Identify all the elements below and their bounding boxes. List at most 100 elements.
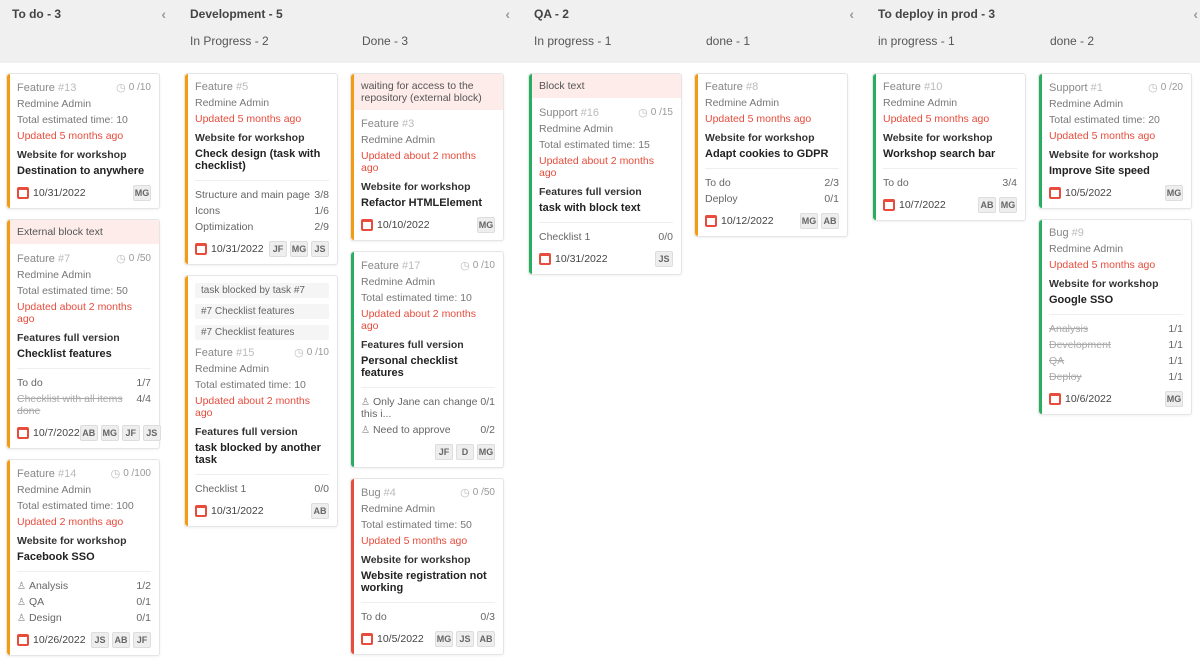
project-name: Website for workshop <box>17 149 151 161</box>
avatar[interactable]: MG <box>1165 391 1183 407</box>
sublane-title: done - 1 <box>706 34 750 48</box>
avatar[interactable]: MG <box>477 217 495 233</box>
checklist-row: Need to approve0/2 <box>361 424 495 436</box>
issue-card[interactable]: Feature #5Redmine AdminUpdated 5 months … <box>184 73 338 265</box>
avatar[interactable]: JS <box>91 632 109 648</box>
calendar-icon <box>361 633 373 645</box>
updated-ago: Updated about 2 months ago <box>17 301 151 325</box>
author: Redmine Admin <box>17 98 151 110</box>
avatar[interactable]: MG <box>999 197 1017 213</box>
author: Redmine Admin <box>361 503 495 515</box>
avatar[interactable]: AB <box>311 503 329 519</box>
sublane-header[interactable]: done - 2 <box>1038 28 1200 54</box>
lane-header[interactable]: To do - 3‹ <box>0 0 178 28</box>
block-banner: waiting for access to the repository (ex… <box>351 74 503 110</box>
avatar[interactable]: AB <box>821 213 839 229</box>
avatar[interactable]: JF <box>122 425 140 441</box>
sublane-header[interactable]: Done - 3 <box>350 28 522 54</box>
avatar[interactable]: MG <box>1165 185 1183 201</box>
swimlane: Development - 5‹In Progress - 2Done - 3 F… <box>178 0 522 665</box>
checklist-row: Design0/1 <box>17 612 151 624</box>
assignees: JFDMG <box>435 444 495 460</box>
issue-card[interactable]: Feature #130 /10Redmine AdminTotal estim… <box>6 73 160 209</box>
block-chip: #7 Checklist features <box>195 325 329 340</box>
checklist-row: Checklist with all items done4/4 <box>17 393 151 417</box>
lane-header[interactable]: QA - 2‹ <box>522 0 866 28</box>
block-chip: task blocked by task #7 <box>195 283 329 298</box>
avatar[interactable]: AB <box>978 197 996 213</box>
issue-card[interactable]: waiting for access to the repository (ex… <box>350 73 504 241</box>
due-date: 10/31/2022 <box>17 187 86 199</box>
lane-title: To deploy in prod - 3 <box>878 7 995 21</box>
estimated-time: Total estimated time: 50 <box>361 519 495 531</box>
project-name: Website for workshop <box>1049 149 1183 161</box>
avatar[interactable]: D <box>456 444 474 460</box>
project-name: Features full version <box>539 186 673 198</box>
chevron-left-icon[interactable]: ‹ <box>849 6 854 22</box>
estimated-time: Total estimated time: 15 <box>539 139 673 151</box>
issue-card[interactable]: Feature #8Redmine AdminUpdated 5 months … <box>694 73 848 237</box>
avatar[interactable]: MG <box>477 444 495 460</box>
card-top-row: Feature #3 <box>361 118 495 130</box>
issue-card[interactable]: Support #10 /20Redmine AdminTotal estima… <box>1038 73 1192 209</box>
clock-icon <box>638 106 648 119</box>
updated-ago: Updated 5 months ago <box>17 130 151 142</box>
issue-card[interactable]: Feature #10Redmine AdminUpdated 5 months… <box>872 73 1026 221</box>
issue-card[interactable]: task blocked by task #7 #7 Checklist feat… <box>184 275 338 527</box>
avatar[interactable]: JF <box>269 241 287 257</box>
kanban-board: To do - 3‹ Feature #130 /10Redmine AdminT… <box>0 0 1200 666</box>
estimated-time: Total estimated time: 100 <box>17 500 151 512</box>
issue-card[interactable]: Block textSupport #160 /15Redmine AdminT… <box>528 73 682 275</box>
cards-column: Support #10 /20Redmine AdminTotal estima… <box>1032 63 1198 425</box>
checklist-row: Structure and main page3/8 <box>195 189 329 201</box>
clock-icon <box>460 486 470 499</box>
sublane-header[interactable]: In progress - 1 <box>522 28 694 54</box>
checklist-row: QA1/1 <box>1049 355 1183 367</box>
avatar[interactable]: MG <box>133 185 151 201</box>
issue-card[interactable]: Bug #9Redmine AdminUpdated 5 months agoW… <box>1038 219 1192 415</box>
assignees: ABMG <box>978 197 1017 213</box>
avatar[interactable]: JF <box>133 632 151 648</box>
card-top-row: Feature #150 /10 <box>195 346 329 359</box>
author: Redmine Admin <box>705 97 839 109</box>
chevron-left-icon[interactable]: ‹ <box>1193 6 1198 22</box>
avatar[interactable]: MG <box>101 425 119 441</box>
issue-card[interactable]: External block textFeature #70 /50Redmin… <box>6 219 160 449</box>
updated-ago: Updated about 2 months ago <box>539 155 673 179</box>
issue-card[interactable]: Bug #40 /50Redmine AdminTotal estimated … <box>350 478 504 655</box>
cards-column: Feature #5Redmine AdminUpdated 5 months … <box>178 63 344 665</box>
avatar[interactable]: JF <box>435 444 453 460</box>
lane-header[interactable]: To deploy in prod - 3 ‹ <box>866 0 1200 28</box>
avatar[interactable]: MG <box>290 241 308 257</box>
chevron-left-icon[interactable]: ‹ <box>161 6 166 22</box>
time-progress: 0 /10 <box>294 346 329 359</box>
card-footer: 10/6/2022MG <box>1049 391 1183 407</box>
cards-column: Feature #10Redmine AdminUpdated 5 months… <box>866 63 1032 425</box>
avatar[interactable]: JS <box>311 241 329 257</box>
tracker: Feature <box>883 81 921 93</box>
avatar[interactable]: AB <box>477 631 495 647</box>
issue-card[interactable]: Feature #170 /10Redmine AdminTotal estim… <box>350 251 504 468</box>
avatar[interactable]: MG <box>435 631 453 647</box>
checklist-row: Checklist 10/0 <box>195 483 329 495</box>
chevron-left-icon[interactable]: ‹ <box>505 6 510 22</box>
sublane-header[interactable]: in progress - 1 <box>866 28 1038 54</box>
sublane-header[interactable]: done - 1 <box>694 28 866 54</box>
issue-id: #17 <box>402 260 420 272</box>
lane-header[interactable]: Development - 5‹ <box>178 0 522 28</box>
issue-subject: Checklist features <box>17 348 151 360</box>
avatar[interactable]: MG <box>800 213 818 229</box>
sublane-header[interactable]: In Progress - 2 <box>178 28 350 54</box>
avatar[interactable]: AB <box>80 425 98 441</box>
card-top-row: Feature #8 <box>705 81 839 93</box>
avatar[interactable]: AB <box>112 632 130 648</box>
estimated-time: Total estimated time: 10 <box>195 379 329 391</box>
avatar[interactable]: JS <box>655 251 673 267</box>
project-name: Website for workshop <box>361 554 495 566</box>
avatar[interactable]: JS <box>456 631 474 647</box>
issue-card[interactable]: Feature #140 /100Redmine AdminTotal esti… <box>6 459 160 656</box>
issue-subject: Adapt cookies to GDPR <box>705 148 839 160</box>
avatar[interactable]: JS <box>143 425 161 441</box>
swimlane: QA - 2‹In progress - 1 done - 1 Block text… <box>522 0 866 285</box>
assignees: JSABJF <box>91 632 151 648</box>
